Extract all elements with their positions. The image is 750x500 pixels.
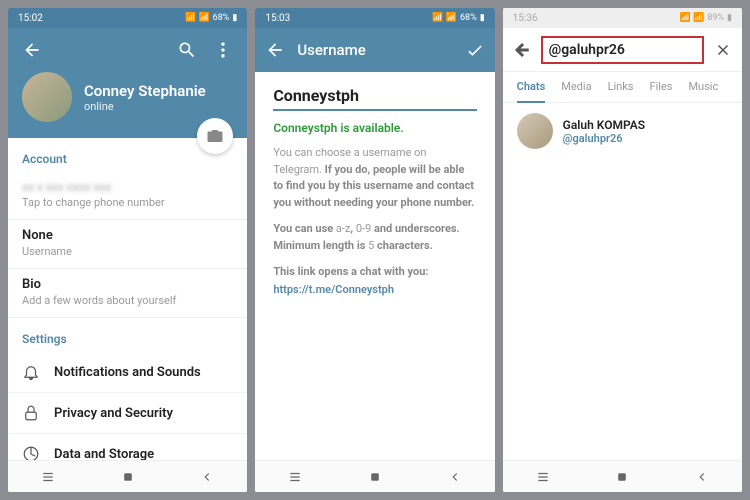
navbar <box>8 460 247 492</box>
status-time: 15:03 <box>265 13 290 24</box>
settings-list: Notifications and Sounds Privacy and Sec… <box>8 352 247 460</box>
username-screen: 15:03 📶 📶 68%▮ Username Conneystph Conne… <box>255 8 494 492</box>
link-label: This link opens a chat with you: <box>273 265 428 278</box>
navbar <box>503 460 742 492</box>
phone-row[interactable]: xx x xxx xxxx xxx Tap to change phone nu… <box>8 172 247 220</box>
nav-recents-icon[interactable] <box>536 470 550 484</box>
phone-masked: xx x xxx xxxx xxx <box>22 180 233 194</box>
tab-files[interactable]: Files <box>650 80 673 102</box>
status-icons: 📶 📶 68%▮ <box>185 13 237 23</box>
nav-home-icon[interactable] <box>121 470 135 484</box>
result-handle: @galuhpr26 <box>563 132 645 145</box>
phone-sub: Tap to change phone number <box>22 196 233 209</box>
result-avatar <box>517 113 553 149</box>
avatar[interactable] <box>22 72 72 122</box>
desc-2: You can use a-z, 0-9 and underscores. Mi… <box>273 221 476 254</box>
nav-recents-icon[interactable] <box>288 470 302 484</box>
profile-status: online <box>84 100 206 113</box>
status-time: 15:36 <box>513 13 538 24</box>
tab-links[interactable]: Links <box>608 80 634 102</box>
bio-row[interactable]: Bio Add a few words about yourself <box>8 269 247 318</box>
profile-name: Conney Stephanie <box>84 82 206 100</box>
tab-media[interactable]: Media <box>561 80 591 102</box>
status-bar: 15:03 📶 📶 68%▮ <box>255 8 494 28</box>
status-icons: 📶 📶 68%▮ <box>432 13 484 23</box>
status-time: 15:02 <box>18 13 43 24</box>
settings-notifications[interactable]: Notifications and Sounds <box>8 352 247 393</box>
camera-icon <box>206 127 224 145</box>
nav-home-icon[interactable] <box>615 470 629 484</box>
nav-home-icon[interactable] <box>368 470 382 484</box>
lock-icon <box>22 404 40 422</box>
desc-1: You can choose a username on Telegram. I… <box>273 145 476 211</box>
check-icon[interactable] <box>465 40 485 60</box>
more-icon[interactable] <box>213 40 233 60</box>
tab-chats[interactable]: Chats <box>517 80 546 103</box>
search-screen: 15:36 📶 📶 89%▮ @galuhpr26 Chats Media Li… <box>503 8 742 492</box>
tabs: Chats Media Links Files Music <box>503 72 742 103</box>
username-row[interactable]: None Username <box>8 220 247 269</box>
profile-header: Conney Stephanie online <box>8 28 247 138</box>
data-icon <box>22 445 40 460</box>
back-icon[interactable] <box>513 41 531 59</box>
close-icon[interactable] <box>714 41 732 59</box>
nav-recents-icon[interactable] <box>41 470 55 484</box>
result-name: Galuh KOMPAS <box>563 118 645 132</box>
nav-back-icon[interactable] <box>695 470 709 484</box>
search-result[interactable]: Galuh KOMPAS @galuhpr26 <box>503 103 742 159</box>
back-icon[interactable] <box>22 40 42 60</box>
bell-icon <box>22 363 40 381</box>
searchbar: @galuhpr26 <box>503 28 742 72</box>
page-title: Username <box>297 41 452 59</box>
nav-back-icon[interactable] <box>448 470 462 484</box>
tab-music[interactable]: Music <box>688 80 718 102</box>
back-icon[interactable] <box>265 40 285 60</box>
username-input[interactable]: Conneystph <box>273 86 476 111</box>
nav-back-icon[interactable] <box>200 470 214 484</box>
status-icons: 📶 📶 89%▮ <box>680 13 732 23</box>
content: Conneystph Conneystph is available. You … <box>255 72 494 460</box>
settings-privacy[interactable]: Privacy and Security <box>8 393 247 434</box>
section-settings: Settings <box>8 318 247 352</box>
chat-link[interactable]: https://t.me/Conneystph <box>273 283 476 296</box>
status-bar: 15:36 📶 📶 89%▮ <box>503 8 742 28</box>
navbar <box>255 460 494 492</box>
status-bar: 15:02 📶 📶 68%▮ <box>8 8 247 28</box>
availability-text: Conneystph is available. <box>273 121 476 135</box>
appbar: Username <box>255 28 494 72</box>
search-icon[interactable] <box>177 40 197 60</box>
settings-data[interactable]: Data and Storage <box>8 434 247 460</box>
search-input[interactable]: @galuhpr26 <box>541 36 704 64</box>
profile-screen: 15:02 📶 📶 68%▮ Conney Stephanie online A… <box>8 8 247 492</box>
